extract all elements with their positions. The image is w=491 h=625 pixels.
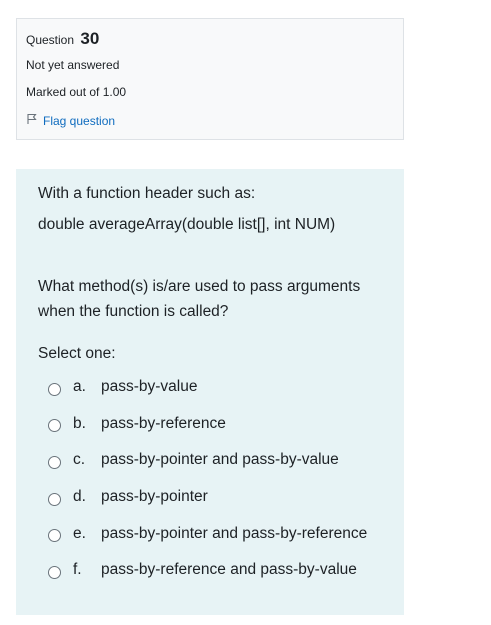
radio-button[interactable] xyxy=(48,529,61,543)
question-intro: With a function header such as: xyxy=(38,185,256,202)
option-text: pass-by-value xyxy=(101,378,198,396)
option-text: pass-by-pointer and pass-by-value xyxy=(101,451,339,469)
answer-option-d[interactable]: d. pass-by-pointer xyxy=(38,479,382,516)
question-number: Question 30 xyxy=(26,29,394,49)
option-letter: e. xyxy=(73,524,86,542)
option-text: pass-by-pointer xyxy=(101,488,208,506)
question-label: Question xyxy=(26,33,75,47)
question-text: What method(s) is/are used to pass argum… xyxy=(38,278,361,320)
flag-question-label: Flag question xyxy=(43,113,116,128)
flag-icon xyxy=(26,113,43,128)
option-text: pass-by-pointer and pass-by-reference xyxy=(101,524,368,542)
question-info-panel: Question 30 Not yet answered Marked out … xyxy=(16,18,404,140)
question-formulation: With a function header such as: double a… xyxy=(16,169,404,615)
question-state: Not yet answered xyxy=(26,58,120,72)
question-grade: Marked out of 1.00 xyxy=(26,85,127,99)
question-code: double averageArray(double list[], int N… xyxy=(38,216,336,233)
radio-button[interactable] xyxy=(48,492,61,506)
answer-options: a. pass-by-value b. pass-by-reference c.… xyxy=(38,369,382,589)
answer-option-a[interactable]: a. pass-by-value xyxy=(38,369,382,406)
option-text: pass-by-reference xyxy=(101,414,226,432)
answer-option-b[interactable]: b. pass-by-reference xyxy=(38,406,382,443)
answer-option-e[interactable]: e. pass-by-pointer and pass-by-reference xyxy=(38,515,382,552)
radio-button[interactable] xyxy=(48,419,61,433)
option-letter: c. xyxy=(73,451,86,469)
option-letter: a. xyxy=(73,378,86,396)
question-number-value: 30 xyxy=(80,29,100,48)
option-letter: b. xyxy=(73,414,86,432)
option-text: pass-by-reference and pass-by-value xyxy=(101,561,357,579)
option-letter: f. xyxy=(73,561,82,579)
option-letter: d. xyxy=(73,488,86,506)
radio-button[interactable] xyxy=(48,382,61,396)
radio-button[interactable] xyxy=(48,455,61,469)
answer-option-f[interactable]: f. pass-by-reference and pass-by-value xyxy=(38,552,382,589)
answer-option-c[interactable]: c. pass-by-pointer and pass-by-value xyxy=(38,442,382,479)
radio-button[interactable] xyxy=(48,565,61,579)
flag-question-link[interactable]: Flag question xyxy=(26,113,394,128)
select-one-prompt: Select one: xyxy=(38,345,116,362)
